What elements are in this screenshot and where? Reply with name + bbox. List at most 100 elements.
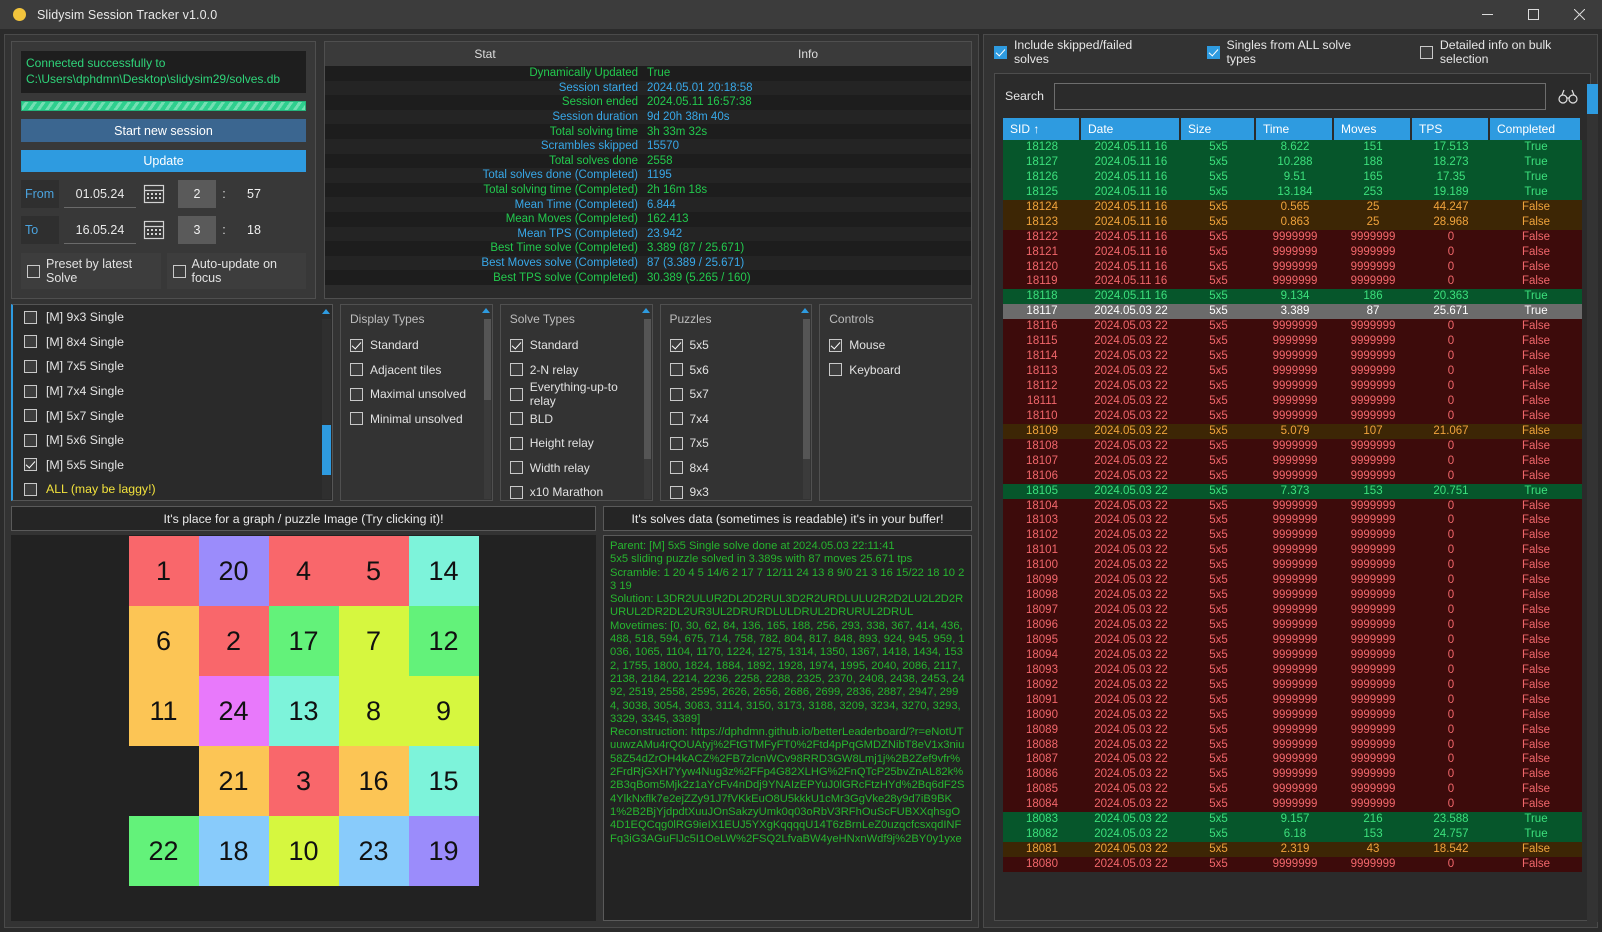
- table-row[interactable]: 18106 2024.05.03 22 5x5 9999999 9999999 0 Fals…: [1003, 468, 1582, 484]
- start-new-session-button[interactable]: Start new session: [21, 119, 306, 142]
- to-hour[interactable]: 3: [178, 216, 216, 245]
- column-header-sid[interactable]: SID ↑: [1003, 118, 1081, 140]
- update-button[interactable]: Update: [21, 149, 306, 173]
- auto-update-on-focus-checkbox[interactable]: Auto-update on focus: [166, 253, 306, 290]
- puzzle-tile[interactable]: 19: [408, 816, 479, 886]
- table-row[interactable]: 18085 2024.05.03 22 5x5 9999999 9999999 0 Fals…: [1003, 782, 1582, 798]
- scroll-up-arrow-icon[interactable]: [481, 308, 490, 313]
- session-list-item[interactable]: [M] 7x4 Single: [13, 379, 332, 404]
- puzzle-tile[interactable]: 5: [338, 536, 409, 606]
- from-hour[interactable]: 2: [178, 180, 216, 209]
- calendar-icon[interactable]: [141, 218, 167, 242]
- solves-table-body[interactable]: 18128 2024.05.11 16 5x5 8.622 151 17.513 True 1…: [1003, 140, 1582, 918]
- table-row[interactable]: 18089 2024.05.03 22 5x5 9999999 9999999 0 Fals…: [1003, 722, 1582, 738]
- puzzle-tile[interactable]: 21: [198, 746, 269, 816]
- puzzle-grid[interactable]: 1 20 4 5 14 6 2 17 7 12 11 24 13 8 9 21 3 16 15 22 18 10 23 19: [128, 536, 479, 886]
- puzzle-tile[interactable]: 2: [198, 606, 269, 676]
- table-row[interactable]: 18088 2024.05.03 22 5x5 9999999 9999999 0 Fals…: [1003, 737, 1582, 753]
- table-row[interactable]: 18080 2024.05.03 22 5x5 9999999 9999999 0 Fals…: [1003, 857, 1582, 872]
- table-row[interactable]: 18086 2024.05.03 22 5x5 9999999 9999999 0 Fals…: [1003, 767, 1582, 783]
- table-row[interactable]: 18090 2024.05.03 22 5x5 9999999 9999999 0 Fals…: [1003, 707, 1582, 723]
- puzzle-tile[interactable]: 10: [268, 816, 339, 886]
- puzzle-tile[interactable]: 14: [408, 536, 479, 606]
- puzzle-tile[interactable]: 17: [268, 606, 339, 676]
- puzzle-tile[interactable]: 24: [198, 676, 269, 746]
- solves-table-header[interactable]: SID ↑ Date Size Time Moves TPS Completed: [1003, 118, 1582, 140]
- table-row[interactable]: 18096 2024.05.03 22 5x5 9999999 9999999 0 Fals…: [1003, 618, 1582, 633]
- puzzle-tile[interactable]: 4: [268, 536, 339, 606]
- puzzle-item[interactable]: 5x5: [669, 333, 803, 358]
- session-list-item[interactable]: [M] 5x7 Single: [13, 403, 332, 428]
- table-row[interactable]: 18119 2024.05.11 16 5x5 9999999 9999999 0 Fals…: [1003, 274, 1582, 290]
- display-type-item[interactable]: Standard: [350, 333, 483, 358]
- sessions-list[interactable]: [M] 9x3 Single [M] 8x4 Single [M] 7x5 Sing…: [11, 304, 333, 501]
- table-row[interactable]: 18081 2024.05.03 22 5x5 2.319 43 18.542 False: [1003, 842, 1582, 857]
- from-minute[interactable]: 57: [232, 180, 276, 209]
- puzzles-scrollbar[interactable]: [803, 319, 811, 499]
- calendar-icon[interactable]: [141, 182, 167, 206]
- session-list-item[interactable]: [M] 5x5 Single: [13, 453, 332, 478]
- table-row[interactable]: 18087 2024.05.03 22 5x5 9999999 9999999 0 Fals…: [1003, 752, 1582, 768]
- solve-text-caption[interactable]: It's solves data (sometimes is readable)…: [603, 506, 972, 531]
- scroll-up-arrow-icon[interactable]: [322, 309, 330, 314]
- puzzle-item[interactable]: 9x3: [669, 480, 803, 505]
- column-header-tps[interactable]: TPS: [1412, 118, 1490, 140]
- close-icon[interactable]: [1556, 0, 1602, 30]
- session-list-item[interactable]: [M] 8x4 Single: [13, 330, 332, 355]
- table-row[interactable]: 18094 2024.05.03 22 5x5 9999999 9999999 0 Fals…: [1003, 647, 1582, 663]
- solve-type-item[interactable]: Everything-up-to relay: [509, 380, 643, 408]
- table-row[interactable]: 18092 2024.05.03 22 5x5 9999999 9999999 0 Fals…: [1003, 677, 1582, 693]
- solves-table-scrollbar[interactable]: [1587, 84, 1598, 922]
- table-row[interactable]: 18104 2024.05.03 22 5x5 9999999 9999999 0 Fals…: [1003, 498, 1582, 514]
- from-time-box[interactable]: 2 : 57: [178, 180, 276, 209]
- solve-type-item[interactable]: Standard: [509, 333, 643, 358]
- table-row[interactable]: 18125 2024.05.11 16 5x5 13.184 253 19.189 True: [1003, 184, 1582, 200]
- session-list-item[interactable]: ALL (may be laggy!): [13, 477, 332, 500]
- table-row[interactable]: 18109 2024.05.03 22 5x5 5.079 107 21.067 False: [1003, 423, 1582, 439]
- table-row[interactable]: 18118 2024.05.11 16 5x5 9.134 186 20.363 True: [1003, 289, 1582, 305]
- column-header-date[interactable]: Date: [1081, 118, 1181, 140]
- solve-type-item[interactable]: Height relay: [509, 431, 643, 456]
- solve-type-item[interactable]: BLD: [509, 407, 643, 432]
- puzzle-tile[interactable]: 16: [338, 746, 409, 816]
- table-row[interactable]: 18122 2024.05.11 16 5x5 9999999 9999999 0 Fals…: [1003, 229, 1582, 245]
- table-row[interactable]: 18113 2024.05.03 22 5x5 9999999 9999999 0 Fals…: [1003, 364, 1582, 379]
- graph-area[interactable]: 1 20 4 5 14 6 2 17 7 12 11 24 13 8 9 21 3 16 15 22 18 10 23 19: [11, 535, 596, 921]
- table-row[interactable]: 18127 2024.05.11 16 5x5 10.288 188 18.273 True: [1003, 154, 1582, 170]
- table-row[interactable]: 18095 2024.05.03 22 5x5 9999999 9999999 0 Fals…: [1003, 632, 1582, 648]
- to-minute[interactable]: 18: [232, 216, 276, 245]
- puzzle-tile[interactable]: 3: [268, 746, 339, 816]
- table-row[interactable]: 18114 2024.05.03 22 5x5 9999999 9999999 0 Fals…: [1003, 349, 1582, 365]
- puzzle-tile[interactable]: 11: [128, 676, 199, 746]
- puzzle-blank-tile[interactable]: [128, 746, 199, 816]
- session-list-item[interactable]: [M] 9x3 Single: [13, 305, 332, 330]
- control-item[interactable]: Keyboard: [829, 358, 962, 383]
- puzzle-item[interactable]: 8x4: [669, 456, 803, 481]
- table-row[interactable]: 18115 2024.05.03 22 5x5 9999999 9999999 0 Fals…: [1003, 334, 1582, 350]
- display-type-item[interactable]: Adjacent tiles: [350, 358, 483, 383]
- sessions-scrollbar-thumb[interactable]: [322, 425, 331, 475]
- preset-by-latest-solve-checkbox[interactable]: Preset by latest Solve: [21, 253, 161, 290]
- table-row[interactable]: 18123 2024.05.11 16 5x5 0.863 25 28.968 False: [1003, 214, 1582, 230]
- puzzle-tile[interactable]: 20: [198, 536, 269, 606]
- to-time-box[interactable]: 3 : 18: [178, 216, 276, 245]
- table-row[interactable]: 18108 2024.05.03 22 5x5 9999999 9999999 0 Fals…: [1003, 438, 1582, 454]
- table-row[interactable]: 18083 2024.05.03 22 5x5 9.157 216 23.588 True: [1003, 812, 1582, 828]
- puzzle-item[interactable]: 7x4: [669, 407, 803, 432]
- table-row[interactable]: 18121 2024.05.11 16 5x5 9999999 9999999 0 Fals…: [1003, 244, 1582, 260]
- solve-type-item[interactable]: x10 Marathon: [509, 480, 643, 505]
- table-row[interactable]: 18124 2024.05.11 16 5x5 0.565 25 44.247 False: [1003, 199, 1582, 215]
- puzzle-tile[interactable]: 22: [128, 816, 199, 886]
- table-row[interactable]: 18117 2024.05.03 22 5x5 3.389 87 25.671 True: [1003, 304, 1582, 320]
- table-row[interactable]: 18111 2024.05.03 22 5x5 9999999 9999999 0 Fals…: [1003, 393, 1582, 409]
- puzzle-tile[interactable]: 1: [128, 536, 199, 606]
- puzzle-tile[interactable]: 23: [338, 816, 409, 886]
- puzzle-tile[interactable]: 12: [408, 606, 479, 676]
- control-item[interactable]: Mouse: [829, 333, 962, 358]
- scroll-up-arrow-icon[interactable]: [801, 308, 810, 313]
- table-row[interactable]: 18105 2024.05.03 22 5x5 7.373 153 20.751 True: [1003, 483, 1582, 499]
- solve-type-item[interactable]: Width relay: [509, 456, 643, 481]
- puzzle-tile[interactable]: 8: [338, 676, 409, 746]
- minimize-icon[interactable]: [1464, 0, 1510, 30]
- right-panel-checkbox[interactable]: Detailed info on bulk selection: [1419, 38, 1597, 66]
